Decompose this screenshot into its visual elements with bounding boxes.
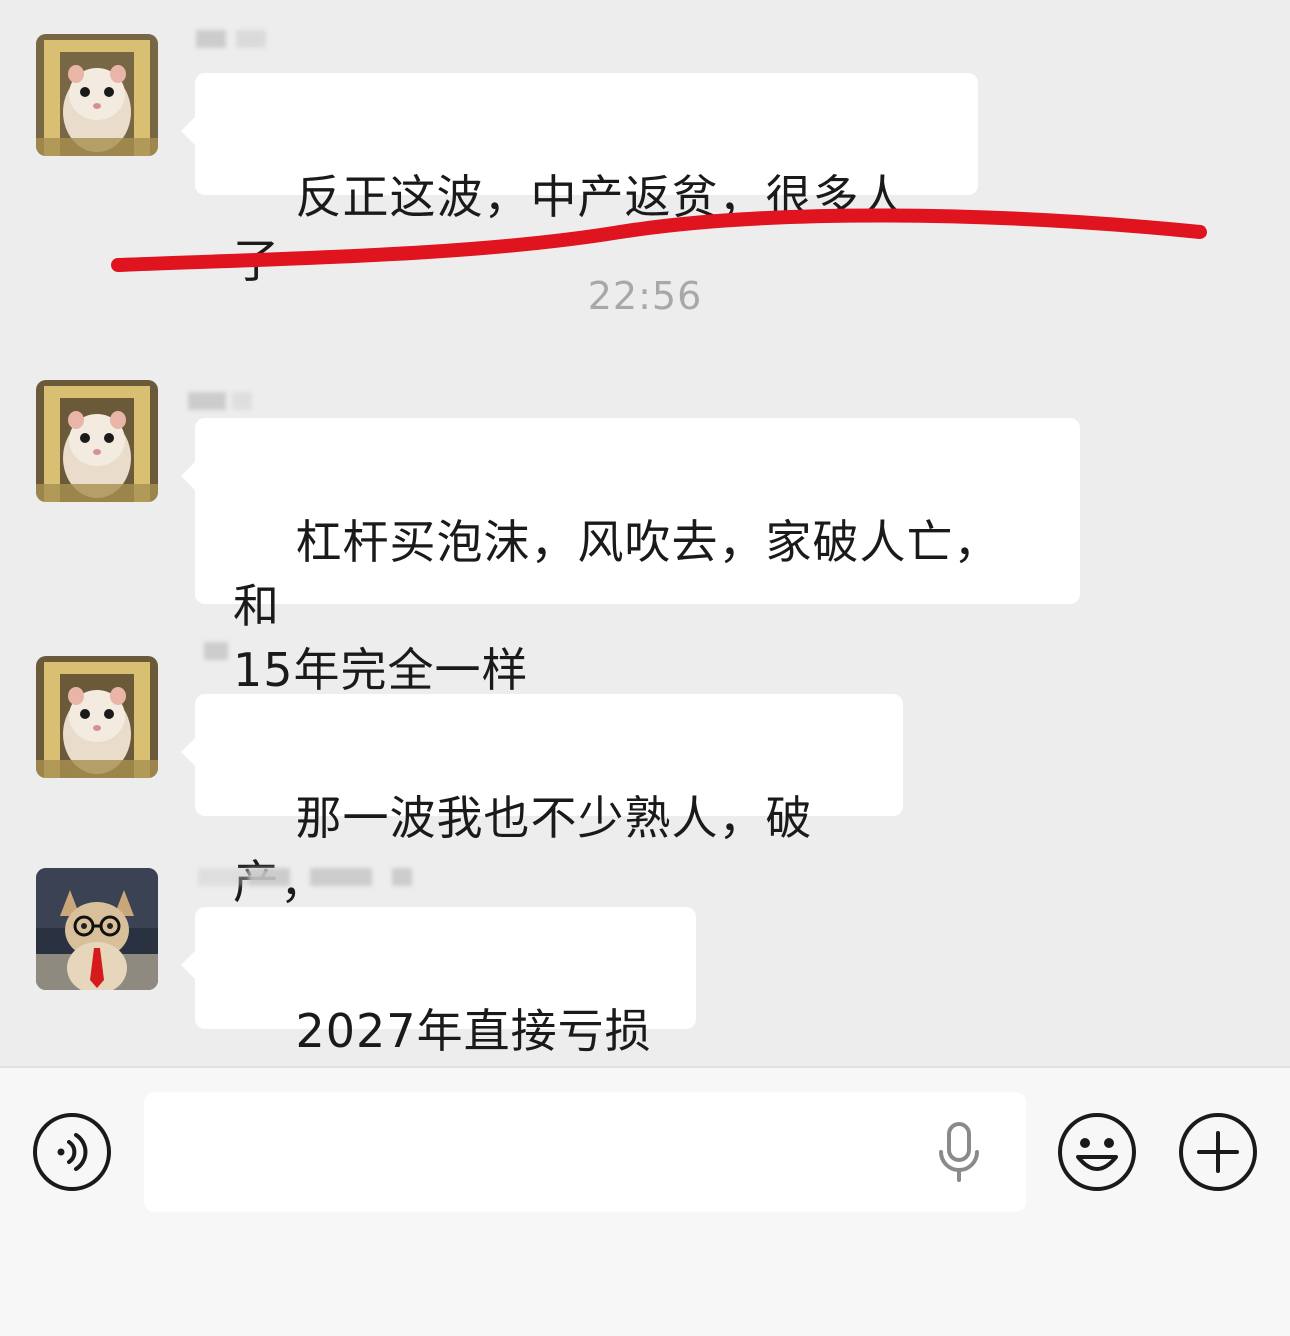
plus-icon[interactable] <box>1177 1111 1259 1193</box>
message-input[interactable] <box>144 1092 1026 1212</box>
sender-name-blurred <box>198 868 418 886</box>
message-text: 杠杆买泡沫，风吹去，家破人亡，和 15年完全一样 <box>233 515 1001 697</box>
emoji-icon[interactable] <box>1056 1111 1138 1193</box>
message-text: 那一波我也不少熟人，破产， <box>233 791 813 909</box>
voice-icon[interactable] <box>31 1111 113 1193</box>
sender-name-blurred <box>204 642 264 660</box>
cat-with-tie-avatar-icon[interactable] <box>36 868 158 990</box>
hamster-avatar-icon[interactable] <box>36 380 158 502</box>
microphone-icon[interactable] <box>929 1116 989 1188</box>
red-underline-annotation <box>111 208 1207 272</box>
input-toolbar <box>0 1066 1290 1336</box>
message-bubble[interactable]: 那一波我也不少熟人，破产， <box>181 694 903 909</box>
message-bubble[interactable]: 杠杆买泡沫，风吹去，家破人亡，和 15年完全一样 <box>181 418 1080 697</box>
message-bubble[interactable]: 2027年直接亏损了 <box>181 907 696 1122</box>
timestamp: 22:56 <box>587 274 703 318</box>
sender-name-blurred <box>188 392 268 410</box>
chat-area: 反正这波，中产返贫，很多人了 22:56 杠杆买泡沫，风吹去，家破人亡，和 15… <box>0 0 1290 1122</box>
hamster-avatar-icon[interactable] <box>36 656 158 778</box>
